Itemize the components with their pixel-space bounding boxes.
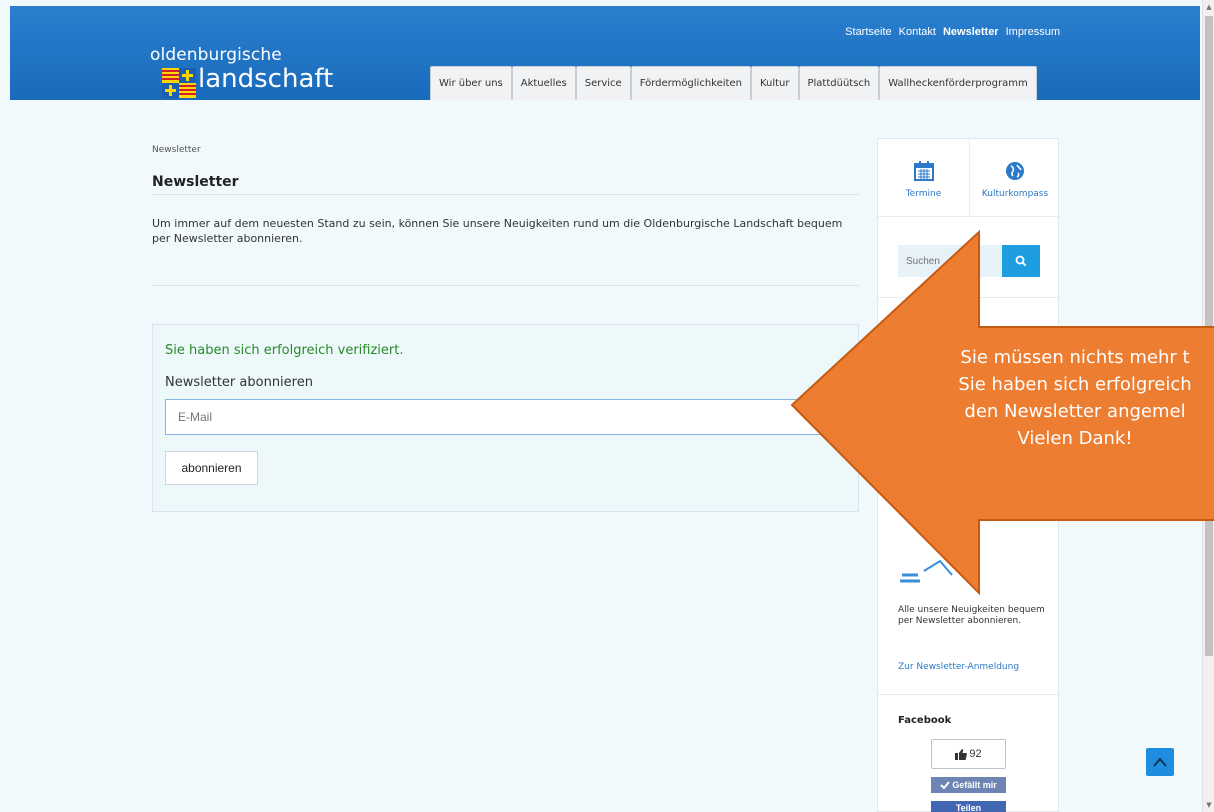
nav-tab-foerdermoeglichkeiten[interactable]: Fördermöglichkeiten [630,66,751,100]
annotation-text: Sie müssen nichts mehr t Sie haben sich … [910,344,1214,452]
quick-link-kulturkompass[interactable]: Kulturkompass [969,139,1060,216]
scroll-to-top-button[interactable] [1146,748,1174,776]
quick-link-label: Kulturkompass [981,189,1049,199]
facebook-title: Facebook [898,715,952,726]
facebook-count-value: 92 [969,748,982,760]
calendar-icon [913,161,934,181]
content-divider [152,285,859,286]
top-link-impressum[interactable]: Impressum [1006,26,1060,38]
annotation-line: Sie haben sich erfolgreich [958,374,1192,395]
facebook-like-count: 92 [931,739,1006,769]
newsletter-signup-link[interactable]: Zur Newsletter-Anmeldung [898,662,1019,672]
intro-text: Um immer auf dem neuesten Stand zu sein,… [152,217,843,245]
nav-tab-kultur[interactable]: Kultur [750,66,799,100]
quick-links: Termine Kulturkompass [878,139,1060,217]
newsletter-teaser-text: Alle unsere Neuigkeiten bequem per Newsl… [898,605,1045,626]
nav-tab-wir-ueber-uns[interactable]: Wir über uns [430,66,512,100]
coat-of-arms-icon [162,68,196,98]
sidebar: Termine Kulturkompass Alle unsere Neuigk… [877,138,1060,812]
top-link-startseite[interactable]: Startseite [845,26,891,38]
sidebar-divider [878,297,1060,298]
facebook-like-label: Gefällt mir [952,780,997,790]
annotation-line: den Newsletter angemel [964,401,1186,422]
top-link-newsletter[interactable]: Newsletter [943,26,999,38]
site-header: Startseite Kontakt Newsletter Impressum … [10,6,1200,100]
success-message: Sie haben sich erfolgreich verifiziert. [165,343,404,358]
nav-tab-aktuelles[interactable]: Aktuelles [511,66,576,100]
search-icon [1015,255,1027,267]
newsletter-envelope-icon [900,559,953,583]
email-input[interactable] [165,399,849,435]
quick-link-termine[interactable]: Termine [878,139,969,216]
top-links: Startseite Kontakt Newsletter Impressum [845,26,1060,38]
facebook-share-button[interactable]: Teilen [931,801,1006,812]
nav-tab-plattdueuetsch[interactable]: Plattdüütsch [798,66,880,100]
scroll-up-arrow-icon[interactable]: ▲ [1205,2,1213,12]
chevron-up-icon [1153,757,1167,767]
page-title: Newsletter [152,174,239,190]
search-input[interactable] [898,245,1002,277]
quick-link-label: Termine [905,189,942,199]
main-nav: Wir über uns Aktuelles Service Fördermög… [430,66,1037,100]
annotation-line: Vielen Dank! [1017,428,1133,449]
subscribe-button[interactable]: abonnieren [165,451,258,485]
top-link-kontakt[interactable]: Kontakt [899,26,936,38]
title-divider [152,194,859,195]
sidebar-divider [878,694,1060,695]
scroll-down-arrow-icon[interactable]: ▼ [1205,800,1213,810]
scrollbar-thumb[interactable] [1205,16,1213,656]
newsletter-form: Sie haben sich erfolgreich verifiziert. … [152,324,859,512]
nav-tab-wallheckenfoerderprogramm[interactable]: Wallheckenförderprogramm [879,66,1037,100]
globe-icon [1006,162,1024,180]
logo-line2: landschaft [198,64,334,94]
subscribe-label: Newsletter abonnieren [165,375,313,390]
checkmark-icon [940,781,951,789]
breadcrumb[interactable]: Newsletter [152,145,201,155]
site-logo[interactable]: oldenburgische landschaft [150,45,333,98]
thumbs-up-icon [955,748,968,760]
nav-tab-service[interactable]: Service [575,66,631,100]
annotation-line: Sie müssen nichts mehr t [960,347,1190,368]
facebook-like-button[interactable]: Gefällt mir [931,777,1006,793]
sidebar-search [898,245,1040,277]
search-button[interactable] [1002,245,1040,277]
logo-line1: oldenburgische [150,45,282,65]
